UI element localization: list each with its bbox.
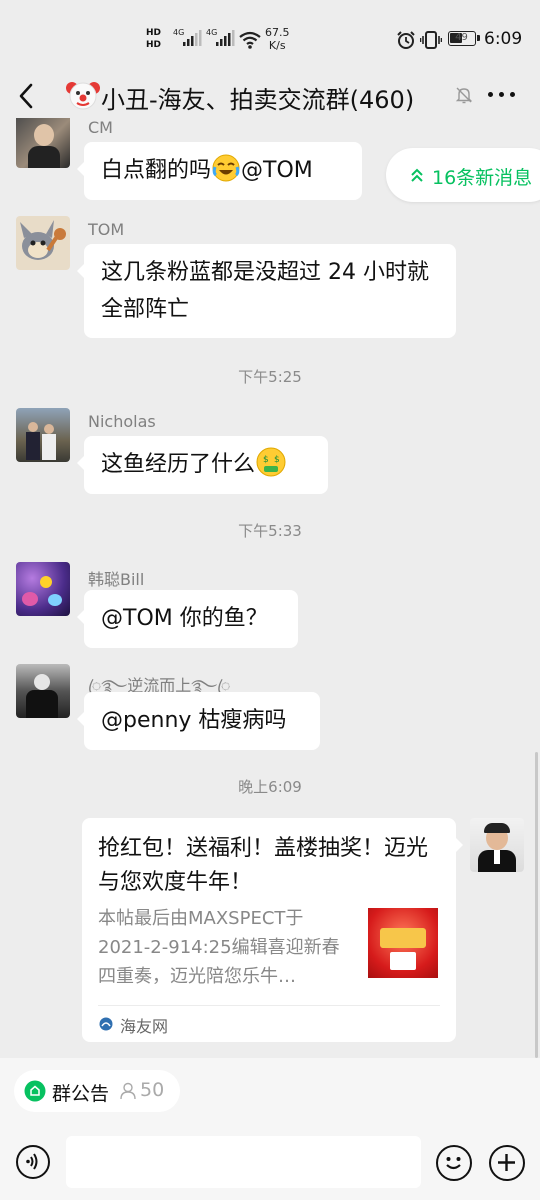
vibrate-icon <box>420 31 442 49</box>
link-card-source: 海友网 <box>120 1017 169 1036</box>
svg-text:$: $ <box>263 455 269 465</box>
avatar[interactable] <box>16 216 70 270</box>
sender-name: CM <box>88 118 113 137</box>
haiyou-logo-icon <box>99 1017 113 1031</box>
avatar[interactable] <box>16 562 70 616</box>
message-bubble[interactable]: 这几条粉蓝都是没超过 24 小时就全部阵亡 <box>77 244 456 338</box>
message-text: @penny 枯瘦病吗 <box>101 708 287 733</box>
sender-name: 韩聪Bill <box>88 570 145 589</box>
message-input[interactable] <box>66 1136 421 1188</box>
plus-icon[interactable] <box>489 1145 525 1181</box>
member-count: 50 <box>140 1079 165 1101</box>
link-card-title: 抢红包！送福利！盖楼抽奖！迈光与您欢度牛年！ <box>98 836 429 895</box>
voice-icon[interactable] <box>16 1145 50 1179</box>
message-text: 这几条粉蓝都是没超过 24 小时就全部阵亡 <box>101 260 429 322</box>
clown-face-icon <box>66 82 100 110</box>
message-bubble[interactable]: 这鱼经历了什么 $ $ <box>77 436 328 494</box>
speed-value: 67.5 <box>265 26 290 39</box>
alarm-icon <box>397 31 415 49</box>
sender-name: Nicholas <box>88 412 156 431</box>
sender-name: TOM <box>88 220 125 239</box>
link-card-thumbnail <box>368 908 438 978</box>
clock: 6:09 <box>484 29 523 49</box>
avatar[interactable] <box>16 118 70 168</box>
speed-unit: K/s <box>268 39 286 52</box>
timestamp: 下午5:33 <box>238 522 302 540</box>
link-card[interactable]: 抢红包！送福利！盖楼抽奖！迈光与您欢度牛年！ 本帖最后由MAXSPECT于202… <box>82 818 463 1042</box>
announcement-chip[interactable]: 群公告 50 <box>14 1070 180 1112</box>
new-messages-label: 16条新消息 <box>432 167 533 189</box>
hd-badge-1: HD <box>146 28 162 38</box>
hd-badges: HD HD <box>146 27 161 51</box>
scrollbar[interactable] <box>535 752 538 1058</box>
crying-laughing-icon <box>212 154 240 182</box>
message-text: 白点翻的吗 <box>101 158 212 183</box>
chevron-left-icon[interactable] <box>16 82 36 110</box>
double-chevron-up-icon <box>411 168 423 182</box>
announcement-icon <box>24 1080 46 1102</box>
announcement-label: 群公告 <box>52 1083 110 1105</box>
timestamp: 晚上6:09 <box>238 778 302 796</box>
message-bubble[interactable]: @TOM 你的鱼？ <box>77 590 298 648</box>
message-bubble[interactable]: @penny 枯瘦病吗 <box>77 692 320 750</box>
bell-off-icon <box>455 87 473 104</box>
avatar[interactable] <box>470 818 524 872</box>
avatar[interactable] <box>16 664 70 718</box>
link-card-description: 本帖最后由MAXSPECT于2021-2-914:25编辑喜迎新春四重奏，迈光陪… <box>98 908 340 987</box>
chat-viewport[interactable]: CM 白点翻的吗 @TOM 16条新消息 TOM 这几条粉蓝都是没超过 24 小… <box>0 118 540 1058</box>
smile-icon[interactable] <box>436 1145 472 1181</box>
more-dots-icon[interactable] <box>488 92 516 100</box>
chat-title: 小丑-海友、拍卖交流群(460) <box>101 86 415 114</box>
divider <box>98 1005 440 1006</box>
message-bubble[interactable]: 白点翻的吗 @TOM <box>77 142 362 200</box>
money-mouth-icon: $ $ <box>256 447 286 477</box>
wifi-icon <box>239 31 261 49</box>
network-speed: 67.5 K/s <box>265 26 290 52</box>
person-icon <box>120 1082 136 1100</box>
battery-icon: 49 <box>448 31 480 46</box>
new-messages-pill[interactable]: 16条新消息 <box>386 148 540 202</box>
message-text: @TOM 你的鱼？ <box>101 606 268 631</box>
message-text: @TOM <box>241 158 313 183</box>
battery-level: 49 <box>455 32 468 43</box>
svg-text:$: $ <box>274 455 280 465</box>
avatar[interactable] <box>16 408 70 462</box>
message-text: 这鱼经历了什么 <box>101 452 256 477</box>
timestamp: 下午5:25 <box>238 368 302 386</box>
hd-badge-2: HD <box>146 40 162 50</box>
status-bar: HD HD 4G 4G 67.5 K/s 49 6:09 <box>0 0 540 76</box>
